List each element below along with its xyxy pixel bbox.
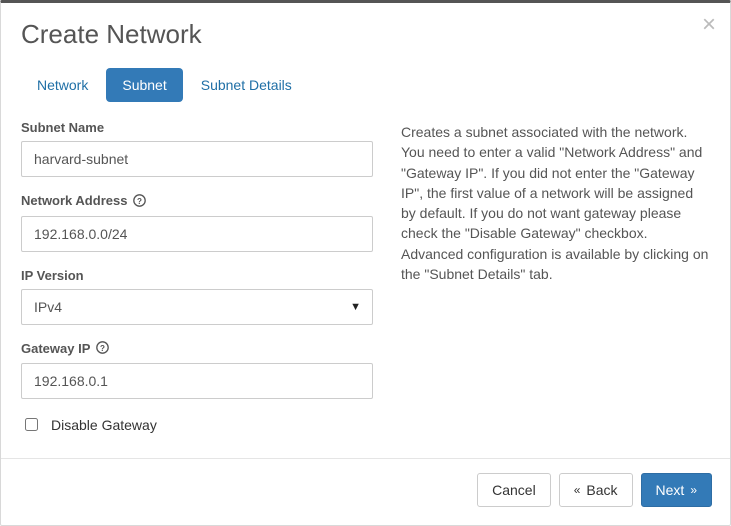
modal-body: Subnet Name Network Address ? IP Version…	[1, 120, 730, 458]
subnet-name-label: Subnet Name	[21, 120, 373, 135]
tab-subnet-details[interactable]: Subnet Details	[185, 68, 308, 102]
network-address-group: Network Address ?	[21, 193, 373, 252]
next-button[interactable]: Next »	[641, 473, 712, 507]
modal-header: Create Network ×	[1, 3, 730, 50]
svg-text:?: ?	[100, 344, 105, 353]
ip-version-group: IP Version IPv4 ▼	[21, 268, 373, 325]
help-text: Creates a subnet associated with the net…	[401, 120, 710, 458]
ip-version-label: IP Version	[21, 268, 373, 283]
help-icon[interactable]: ?	[96, 341, 109, 357]
close-button[interactable]: ×	[702, 13, 716, 37]
modal-footer: Cancel « Back Next »	[1, 458, 730, 521]
form-column: Subnet Name Network Address ? IP Version…	[21, 120, 373, 458]
network-address-label-text: Network Address	[21, 193, 127, 208]
close-icon: ×	[702, 11, 716, 38]
subnet-name-input[interactable]	[21, 141, 373, 177]
gateway-ip-label-text: Gateway IP	[21, 341, 90, 356]
next-button-label: Next	[656, 482, 685, 498]
disable-gateway-label[interactable]: Disable Gateway	[51, 417, 157, 433]
network-address-input[interactable]	[21, 216, 373, 252]
disable-gateway-checkbox[interactable]	[25, 418, 38, 431]
modal-title: Create Network	[21, 19, 710, 50]
chevron-left-icon: «	[574, 483, 581, 497]
disable-gateway-row: Disable Gateway	[21, 415, 373, 434]
back-button-label: Back	[586, 482, 617, 498]
tab-network[interactable]: Network	[21, 68, 104, 102]
subnet-name-group: Subnet Name	[21, 120, 373, 177]
gateway-ip-label: Gateway IP ?	[21, 341, 373, 358]
network-address-label: Network Address ?	[21, 193, 373, 210]
wizard-tabs: Network Subnet Subnet Details	[1, 68, 730, 102]
gateway-ip-group: Gateway IP ?	[21, 341, 373, 400]
back-button[interactable]: « Back	[559, 473, 633, 507]
svg-text:?: ?	[137, 196, 142, 205]
tab-subnet[interactable]: Subnet	[106, 68, 182, 102]
ip-version-select[interactable]: IPv4	[21, 289, 373, 325]
cancel-button[interactable]: Cancel	[477, 473, 551, 507]
help-icon[interactable]: ?	[133, 194, 146, 210]
chevron-right-icon: »	[690, 483, 697, 497]
gateway-ip-input[interactable]	[21, 363, 373, 399]
create-network-modal: Create Network × Network Subnet Subnet D…	[0, 0, 731, 526]
